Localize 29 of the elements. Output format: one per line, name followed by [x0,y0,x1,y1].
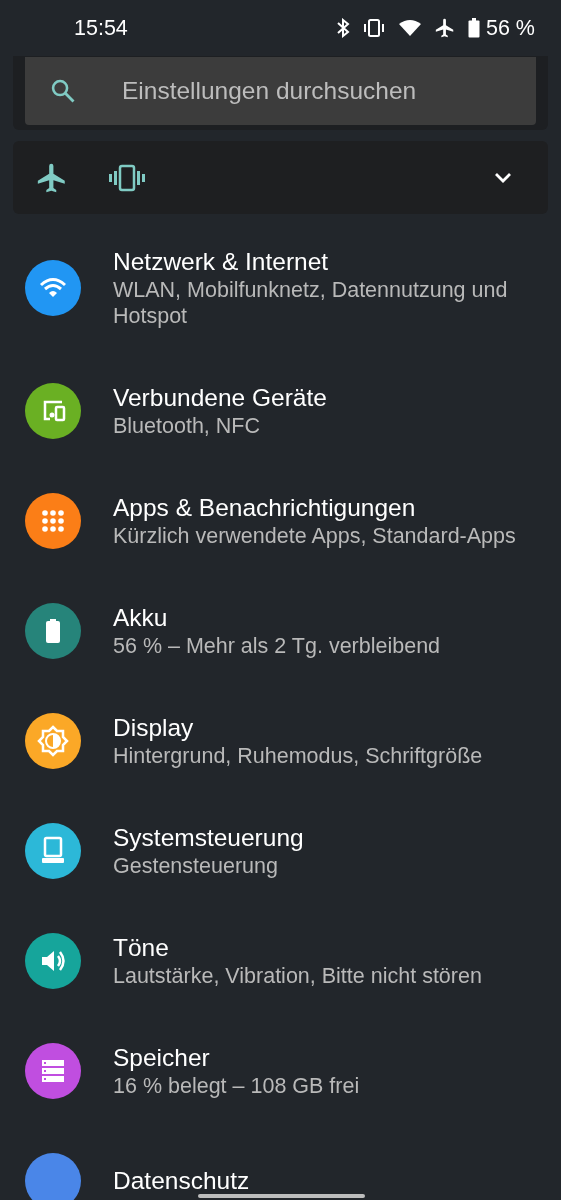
navigation-handle[interactable] [198,1194,365,1198]
item-title[interactable]: Datenschutz [113,1166,250,1196]
item-summary: WLAN, Mobilfunknetz, Datennutzung und Hotspot [113,277,509,329]
battery-percentage: 56 % [486,15,535,41]
item-summary: 56 % – Mehr als 2 Tg. verbleibend [113,633,441,659]
item-title[interactable]: Verbundene Geräte [113,383,327,413]
search-field[interactable]: Einstellungen durchsuchen [25,57,536,125]
item-summary: 16 % belegt – 108 GB frei [113,1073,360,1099]
item-summary: Bluetooth, NFC [113,413,261,439]
wifi-icon [398,19,422,37]
chevron-down-icon[interactable] [494,171,512,184]
item-summary: Gestensteuerung [113,853,279,879]
item-summary: Hintergrund, Ruhemodus, Schriftgröße [113,743,483,769]
item-title[interactable]: Akku [113,603,441,633]
vibrate-icon [362,19,386,37]
item-summary: Lautstärke, Vibration, Bitte nicht stören [113,963,482,989]
search-icon [49,77,77,105]
battery-icon [468,18,480,38]
status-time: 15:54 [74,15,128,41]
item-title[interactable]: Systemsteuerung [113,823,304,853]
item-title[interactable]: Netzwerk & Internet [113,247,541,277]
bluetooth-icon [336,18,350,38]
vibrate-icon[interactable] [109,163,145,192]
item-title[interactable]: Apps & Benachrichtigungen [113,493,516,523]
item-summary: Kürzlich verwendete Apps, Standard-Apps [113,523,516,549]
airplane-icon [434,17,456,39]
item-title[interactable]: Töne [113,933,482,963]
item-title[interactable]: Display [113,713,483,743]
item-title[interactable]: Speicher [113,1043,360,1073]
